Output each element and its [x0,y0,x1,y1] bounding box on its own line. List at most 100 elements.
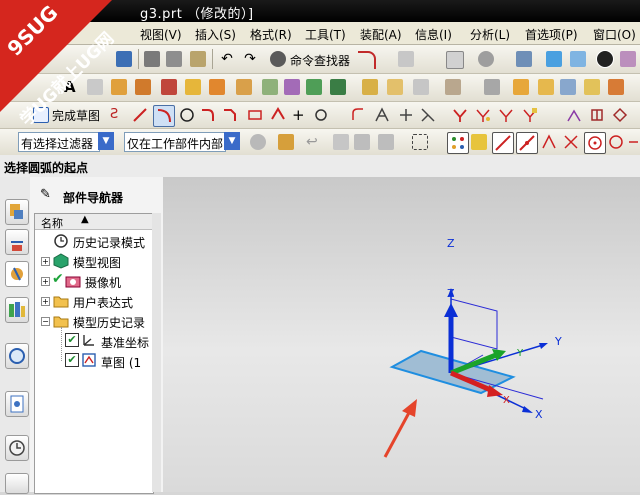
circle-sketch-icon[interactable] [179,107,195,123]
menu-view[interactable]: 视图(V) [140,26,182,43]
system-materials-tab[interactable] [5,473,29,494]
redo-icon[interactable]: ↷ [242,51,258,67]
checkbox-checked-icon[interactable]: ✔ [65,353,79,367]
line-sketch-icon[interactable] [132,107,148,123]
view-grid-icon[interactable] [446,51,464,69]
binoculars-icon[interactable] [270,51,286,67]
cylinder-icon[interactable] [209,79,225,95]
general-selection-icon[interactable] [250,134,266,150]
edge-display-icon[interactable] [620,51,636,67]
offset-surface-icon[interactable] [584,79,600,95]
line-tool-icon[interactable] [87,79,103,95]
block-icon[interactable] [185,79,201,95]
checkbox-checked-icon[interactable]: ✔ [65,333,79,347]
slot-icon[interactable] [330,79,346,95]
history-clock-tab[interactable] [5,435,29,461]
view-orient-icon[interactable] [516,51,532,67]
reuse-library-tab[interactable] [5,297,29,323]
quick-trim-icon[interactable] [374,107,390,123]
chevron-down-icon[interactable]: ▼ [98,132,114,150]
edge-select-icon[interactable] [378,134,394,150]
cube-view-icon[interactable] [546,51,562,67]
edge-blend-icon[interactable] [362,79,378,95]
menu-info[interactable]: 信息(I) [415,26,452,43]
rectangle-select-icon[interactable] [412,134,428,150]
pocket-icon[interactable] [284,79,300,95]
sketch-curve-icon[interactable] [358,51,376,69]
sew-icon[interactable] [608,79,624,95]
cube-wire-icon[interactable] [570,51,586,67]
arc-sketch-icon[interactable] [153,105,175,127]
graphics-window[interactable]: Z Z Y Y X X [163,177,640,492]
paste-icon[interactable] [190,51,206,67]
extrude-icon[interactable] [111,79,127,95]
command-finder-label[interactable]: 命令查找器 [290,52,350,69]
unite-icon[interactable] [161,79,177,95]
point-sketch-icon[interactable]: + [292,107,308,123]
through-curves-icon[interactable] [538,79,554,95]
boss-icon[interactable] [262,79,278,95]
collapse-icon[interactable]: − [41,317,50,326]
snap-intersection-icon[interactable] [563,134,579,150]
undo-icon[interactable]: ↶ [219,51,235,67]
fillet-sketch-icon[interactable] [200,107,216,123]
feature-curve-icon[interactable] [278,134,294,150]
snap-existing-icon[interactable] [628,134,638,150]
rectangle-sketch-icon[interactable] [247,107,263,123]
selection-icon[interactable] [398,51,414,67]
chamfer-sketch-icon[interactable] [222,107,238,123]
quick-extend-icon[interactable] [398,107,414,123]
menu-assembly[interactable]: 装配(A) [360,26,402,43]
undo-selection-icon[interactable]: ↩ [306,134,322,150]
expand-icon[interactable]: + [41,257,50,266]
sketch-options-icon[interactable] [612,107,628,123]
assembly-navigator-tab[interactable] [5,199,29,225]
ellipse-sketch-icon[interactable] [313,107,329,123]
chamfer-icon[interactable] [387,79,403,95]
menu-tools[interactable]: 工具(T) [305,26,346,43]
finish-sketch-label[interactable]: 完成草图 [52,107,100,124]
trim-body-icon[interactable] [445,79,461,95]
copy-icon[interactable] [166,51,182,67]
perimeter-dim-icon[interactable] [589,107,605,123]
constraint-icon[interactable] [452,107,468,123]
face-select-icon[interactable] [354,134,370,150]
constraint-navigator-tab[interactable] [5,229,29,255]
menu-analysis[interactable]: 分析(L) [470,26,510,43]
text-icon[interactable]: A [64,79,80,95]
column-header-name[interactable]: 名称 ▲ [35,214,153,230]
body-select-icon[interactable] [333,134,349,150]
make-corner-icon[interactable] [420,107,436,123]
offset-curve-icon[interactable] [350,107,366,123]
revolve-icon[interactable] [135,79,151,95]
snap-center-icon[interactable] [584,132,606,154]
pad-icon[interactable] [306,79,322,95]
menu-window[interactable]: 窗口(O) [593,26,636,43]
selection-scope-dropdown[interactable]: 仅在工作部件内部 [124,132,226,152]
polygon-sketch-icon[interactable] [270,107,286,123]
shell-icon[interactable] [413,79,429,95]
sweep-icon[interactable] [560,79,576,95]
cut-icon[interactable] [144,51,160,67]
part-navigator-tab[interactable] [5,261,29,287]
auto-constraint-icon[interactable] [475,107,491,123]
shading-icon[interactable] [478,51,494,67]
snap-options-icon[interactable] [471,134,487,150]
snap-point-icon[interactable] [447,132,469,154]
pin-icon[interactable]: ✎ [40,187,51,202]
menu-preferences[interactable]: 首选项(P) [525,26,578,43]
snap-midpoint-icon[interactable] [516,132,538,154]
save-icon[interactable] [116,51,132,67]
hole-icon[interactable] [236,79,252,95]
type-filter-dropdown[interactable]: 有选择过滤器 [18,132,100,152]
show-constraints-icon[interactable] [498,107,514,123]
dimension-icon[interactable] [566,107,582,123]
profile-icon[interactable]: Ƨ [110,107,126,123]
convert-reference-icon[interactable] [522,107,538,123]
snap-quadrant-icon[interactable] [608,134,624,150]
snap-endpoint-icon[interactable] [492,132,514,154]
web-browser-tab[interactable] [5,343,29,369]
finish-sketch-icon[interactable] [33,107,49,123]
history-palette-tab[interactable] [5,391,29,417]
navigator-scrollbar[interactable] [152,213,161,492]
